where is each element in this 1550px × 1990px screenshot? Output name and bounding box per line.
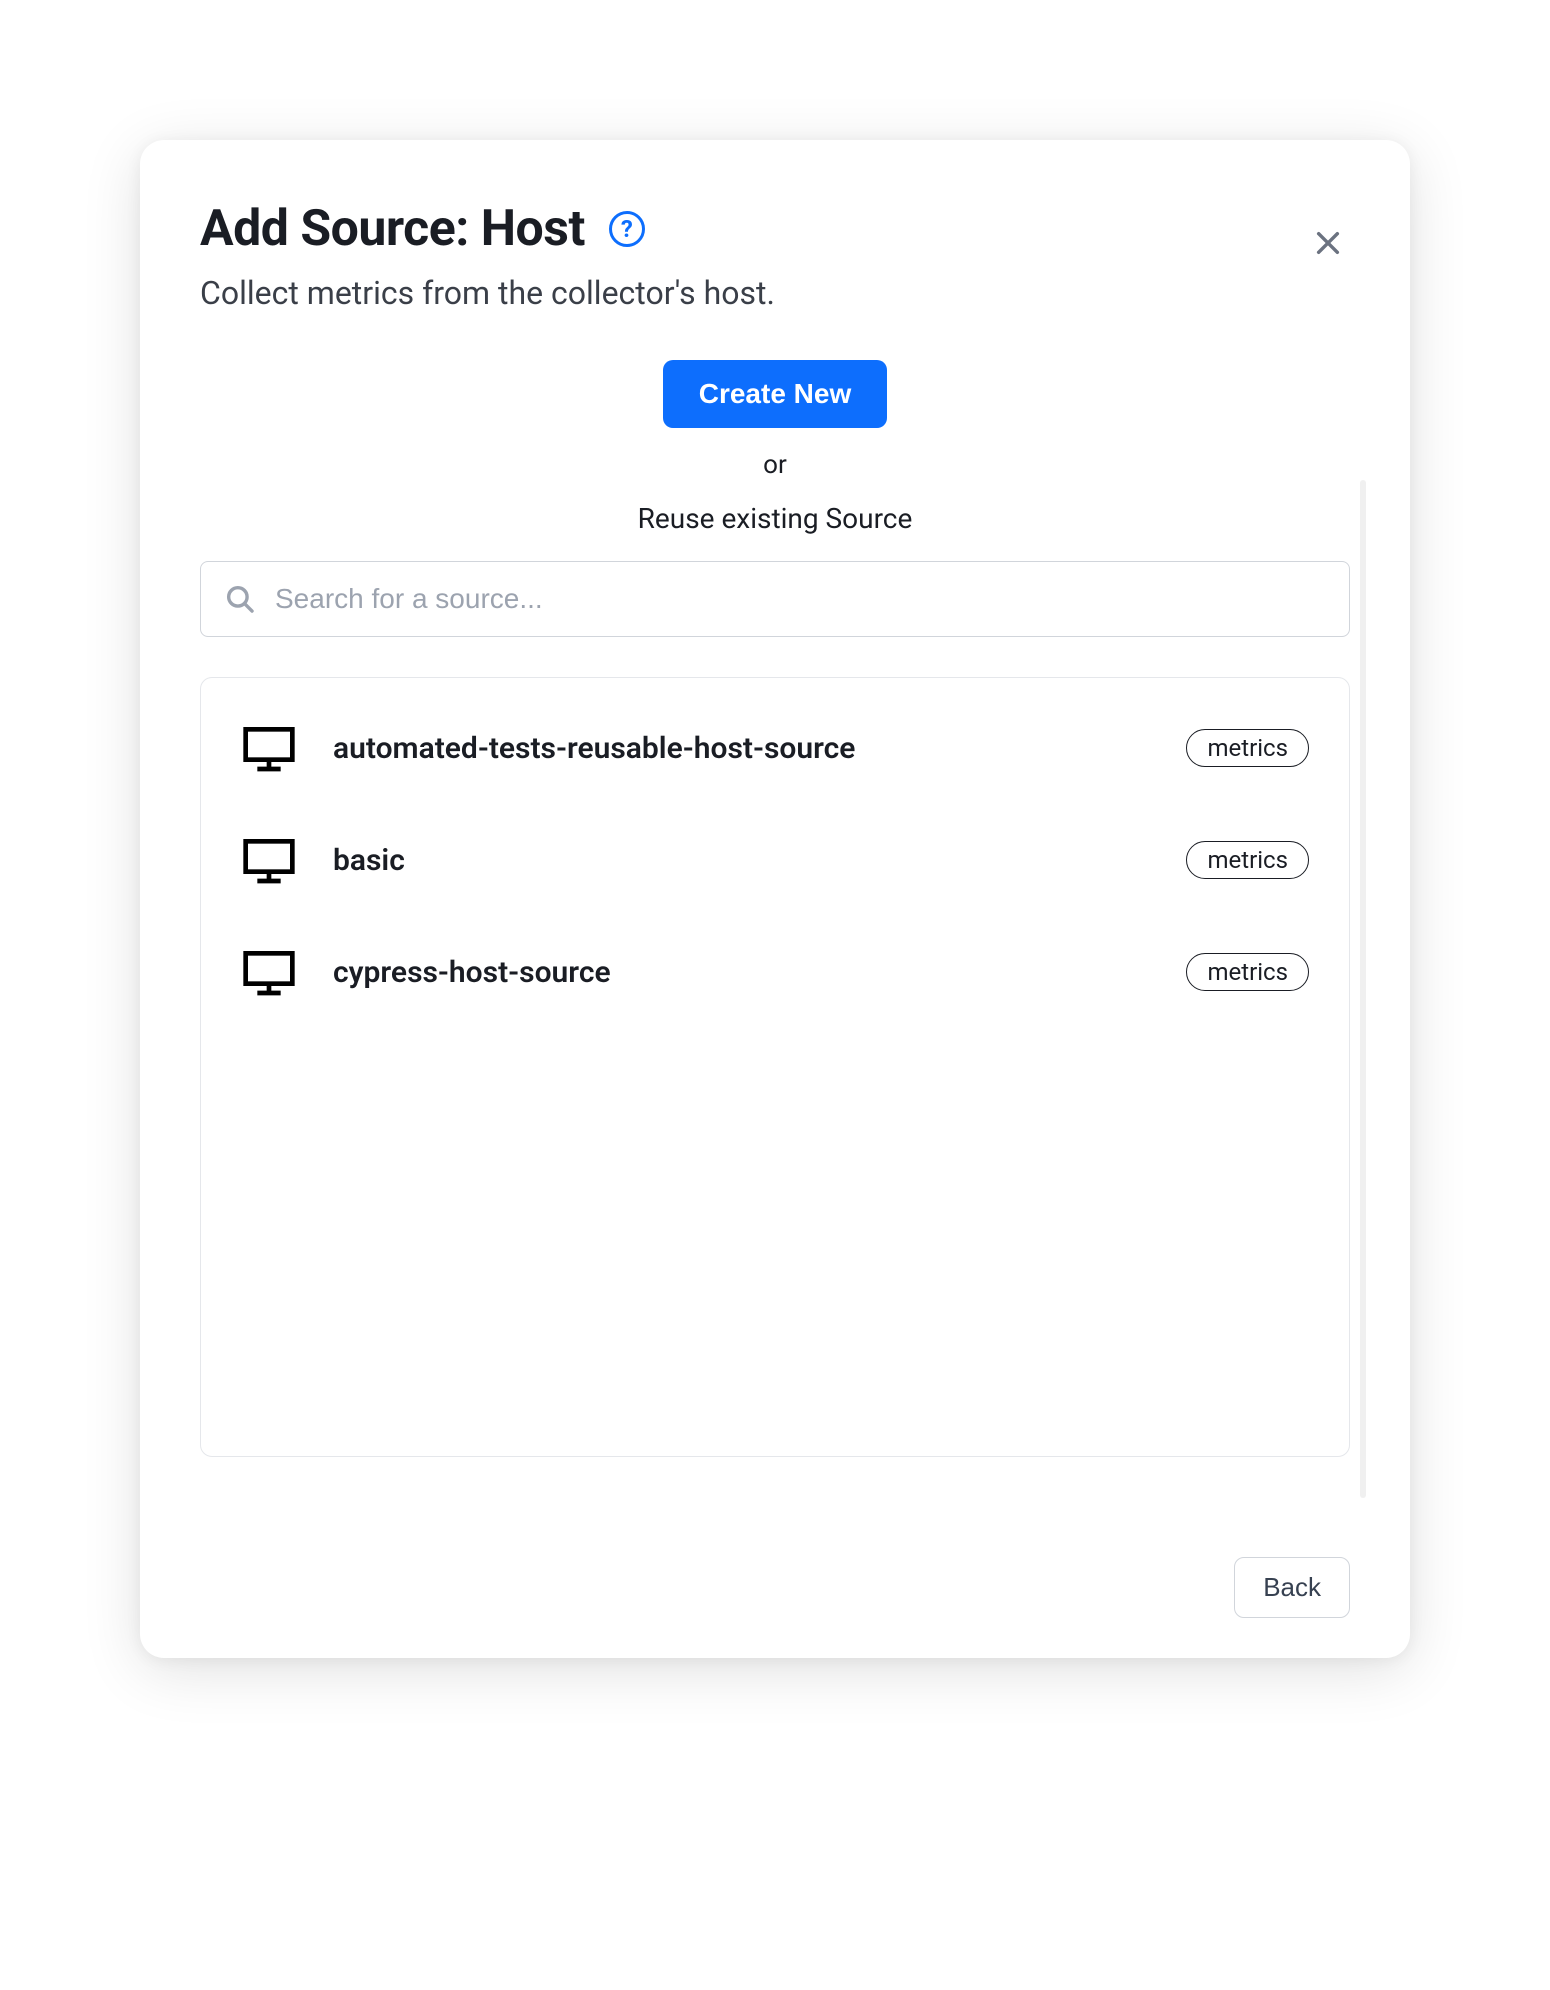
title-line: Add Source: Host ? <box>200 200 1306 258</box>
list-item[interactable]: cypress-host-source metrics <box>201 916 1349 1028</box>
scrollbar-track[interactable] <box>1360 480 1366 1498</box>
help-icon[interactable]: ? <box>609 211 645 247</box>
search-input[interactable] <box>275 583 1327 615</box>
source-name: automated-tests-reusable-host-source <box>333 731 1186 766</box>
or-separator: or <box>763 450 787 480</box>
header-left: Add Source: Host ? Collect metrics from … <box>200 200 1306 312</box>
add-source-modal: Add Source: Host ? Collect metrics from … <box>140 140 1410 1658</box>
search-icon <box>223 582 257 616</box>
source-name: cypress-host-source <box>333 955 1186 990</box>
list-item[interactable]: basic metrics <box>201 804 1349 916</box>
create-or-reuse-section: Create New or Reuse existing Source <box>200 360 1350 535</box>
source-name: basic <box>333 843 1186 878</box>
list-item[interactable]: automated-tests-reusable-host-source met… <box>201 692 1349 804</box>
modal-content: Create New or Reuse existing Source auto… <box>200 360 1350 1618</box>
modal-footer: Back <box>200 1557 1350 1618</box>
status-badge: metrics <box>1186 953 1309 991</box>
close-icon <box>1312 227 1344 259</box>
back-button[interactable]: Back <box>1234 1557 1350 1618</box>
create-new-button[interactable]: Create New <box>663 360 888 428</box>
modal-subtitle: Collect metrics from the collector's hos… <box>200 274 1306 312</box>
modal-header: Add Source: Host ? Collect metrics from … <box>200 200 1350 312</box>
monitor-icon <box>241 832 297 888</box>
modal-title: Add Source: Host <box>200 200 585 258</box>
monitor-icon <box>241 944 297 1000</box>
status-badge: metrics <box>1186 729 1309 767</box>
reuse-heading: Reuse existing Source <box>638 502 913 535</box>
source-list: automated-tests-reusable-host-source met… <box>200 677 1350 1457</box>
close-button[interactable] <box>1306 222 1350 266</box>
status-badge: metrics <box>1186 841 1309 879</box>
monitor-icon <box>241 720 297 776</box>
search-field-wrap[interactable] <box>200 561 1350 637</box>
